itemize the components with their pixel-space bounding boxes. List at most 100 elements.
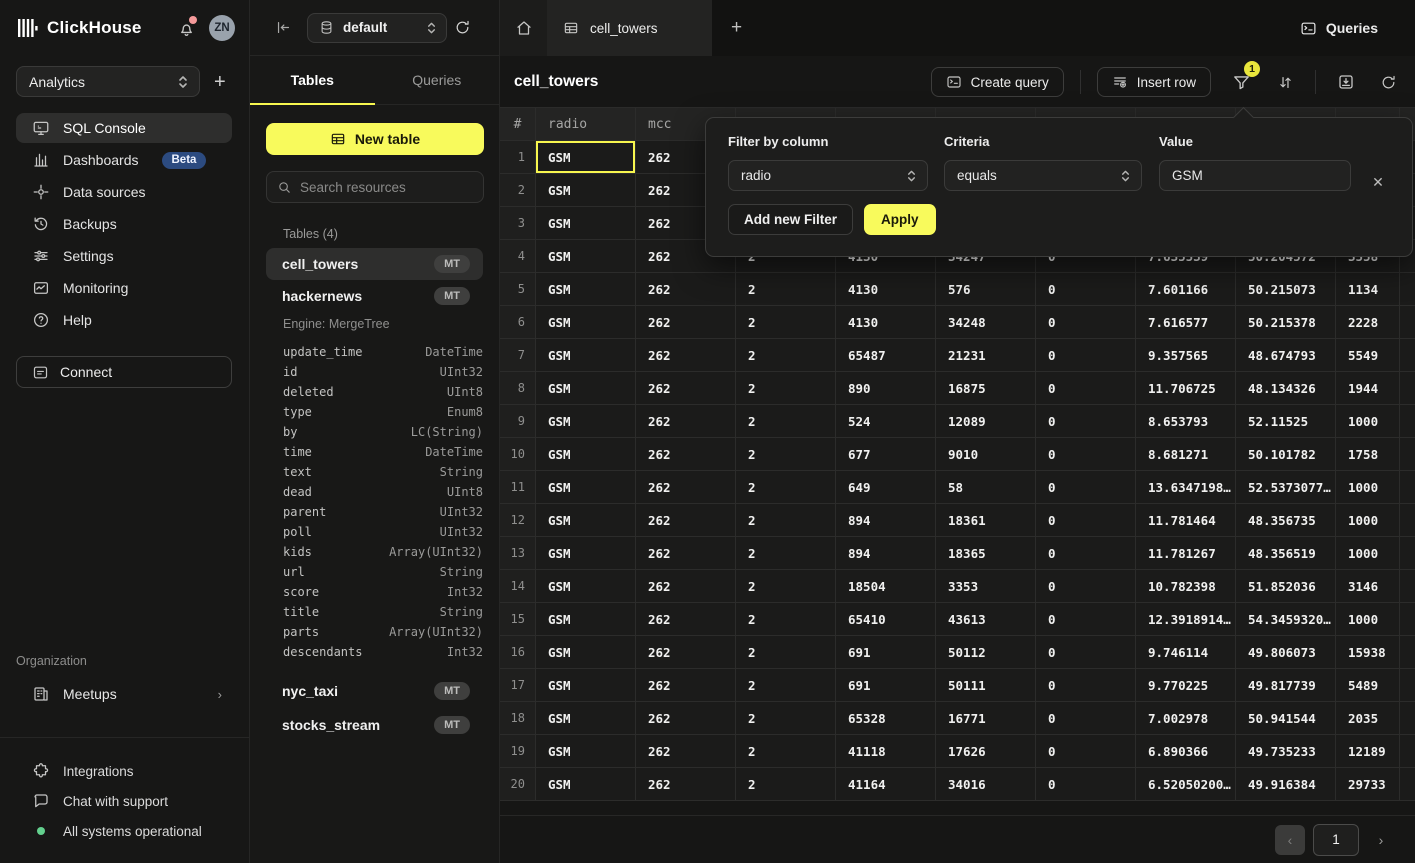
table-cell[interactable]: 50112 (936, 636, 1036, 669)
table-cell[interactable]: 11.781267 (1136, 537, 1236, 570)
table-cell[interactable]: 65328 (836, 702, 936, 735)
queries-link[interactable]: Queries (1300, 0, 1378, 56)
table-cell[interactable]: 41118 (836, 735, 936, 768)
row-number-cell[interactable]: 14 (500, 570, 536, 603)
row-number-cell[interactable]: 12 (500, 504, 536, 537)
filter-column-select[interactable]: radio (728, 160, 928, 191)
table-cell[interactable]: 262 (636, 702, 736, 735)
table-cell[interactable]: GSM (536, 768, 636, 801)
table-cell[interactable]: GSM (536, 141, 636, 174)
table-cell[interactable]: 58 (936, 471, 1036, 504)
table-cell[interactable]: 890 (836, 372, 936, 405)
table-cell[interactable]: 9.357565 (1136, 339, 1236, 372)
table-cell[interactable]: 262 (636, 306, 736, 339)
row-number-cell[interactable]: 19 (500, 735, 536, 768)
search-input[interactable] (300, 180, 477, 195)
table-cell[interactable]: 41164 (836, 768, 936, 801)
table-cell[interactable]: 7.601166 (1136, 273, 1236, 306)
apply-filter-button[interactable]: Apply (864, 204, 936, 235)
row-number-cell[interactable]: 8 (500, 372, 536, 405)
table-cell[interactable]: 262 (636, 504, 736, 537)
table-cell[interactable]: 8.653793 (1136, 405, 1236, 438)
table-cell[interactable]: 0 (1036, 603, 1136, 636)
table-cell[interactable]: 65487 (836, 339, 936, 372)
row-number-cell[interactable]: 1 (500, 141, 536, 174)
table-cell[interactable]: 9.746114 (1136, 636, 1236, 669)
prev-page-button[interactable]: ‹ (1275, 825, 1305, 855)
table-cell[interactable]: GSM (536, 570, 636, 603)
row-number-cell[interactable]: 20 (500, 768, 536, 801)
table-list-item-hackernews[interactable]: hackernews MT (266, 280, 483, 312)
notifications-bell-icon[interactable] (175, 17, 197, 39)
table-cell[interactable]: 1000 (1336, 471, 1400, 504)
table-cell[interactable]: 48.356519 (1236, 537, 1336, 570)
table-cell[interactable]: 0 (1036, 273, 1136, 306)
table-cell[interactable]: 1000 (1336, 537, 1400, 570)
table-cell[interactable]: 691 (836, 669, 936, 702)
sidebar-item-dashboards[interactable]: DashboardsBeta (16, 145, 232, 175)
table-cell[interactable]: 16875 (936, 372, 1036, 405)
table-cell[interactable]: 2 (736, 405, 836, 438)
table-cell[interactable]: 54.3459320… (1236, 603, 1336, 636)
sidebar-item-data-sources[interactable]: Data sources (16, 177, 232, 207)
table-list-item-nyc-taxi[interactable]: nyc_taxi MT (266, 675, 483, 707)
table-cell[interactable]: 2035 (1336, 702, 1400, 735)
table-cell[interactable]: 2 (736, 306, 836, 339)
table-cell[interactable]: 49.735233 (1236, 735, 1336, 768)
table-cell[interactable]: 262 (636, 669, 736, 702)
table-cell[interactable]: 1758 (1336, 438, 1400, 471)
workspace-select[interactable]: Analytics (16, 66, 200, 97)
table-cell[interactable]: 0 (1036, 702, 1136, 735)
table-cell[interactable]: 50.941544 (1236, 702, 1336, 735)
table-cell[interactable]: 262 (636, 405, 736, 438)
avatar[interactable]: ZN (209, 15, 235, 41)
table-cell[interactable]: 48.356735 (1236, 504, 1336, 537)
table-cell[interactable]: 11.781464 (1136, 504, 1236, 537)
row-number-cell[interactable]: 5 (500, 273, 536, 306)
sidebar-item-backups[interactable]: Backups (16, 209, 232, 239)
row-number-cell[interactable]: 18 (500, 702, 536, 735)
home-tab[interactable] (500, 0, 547, 56)
row-number-cell[interactable]: 2 (500, 174, 536, 207)
table-cell[interactable]: 0 (1036, 735, 1136, 768)
table-cell[interactable]: 18361 (936, 504, 1036, 537)
table-cell[interactable]: GSM (536, 174, 636, 207)
table-cell[interactable]: GSM (536, 603, 636, 636)
new-table-button[interactable]: New table (266, 123, 484, 155)
table-cell[interactable]: 12.3918914… (1136, 603, 1236, 636)
row-number-cell[interactable]: 17 (500, 669, 536, 702)
table-cell[interactable]: 18365 (936, 537, 1036, 570)
table-cell[interactable]: GSM (536, 669, 636, 702)
table-cell[interactable]: 0 (1036, 438, 1136, 471)
table-cell[interactable]: 17626 (936, 735, 1036, 768)
table-cell[interactable]: 2 (736, 273, 836, 306)
table-cell[interactable]: 2 (736, 504, 836, 537)
table-cell[interactable]: 10.782398 (1136, 570, 1236, 603)
insert-row-button[interactable]: Insert row (1097, 67, 1211, 97)
download-button[interactable] (1332, 68, 1360, 96)
tab-queries[interactable]: Queries (375, 56, 500, 104)
table-cell[interactable]: 7.002978 (1136, 702, 1236, 735)
table-cell[interactable]: GSM (536, 207, 636, 240)
table-cell[interactable]: GSM (536, 339, 636, 372)
new-tab-button[interactable]: + (712, 0, 761, 56)
table-cell[interactable]: 2 (736, 339, 836, 372)
table-cell[interactable]: 0 (1036, 669, 1136, 702)
table-cell[interactable]: 2 (736, 636, 836, 669)
add-filter-button[interactable]: Add new Filter (728, 204, 853, 235)
table-cell[interactable]: 18504 (836, 570, 936, 603)
table-cell[interactable]: 0 (1036, 768, 1136, 801)
table-cell[interactable]: 1944 (1336, 372, 1400, 405)
table-cell[interactable]: 262 (636, 438, 736, 471)
footer-item-chat-with-support[interactable]: Chat with support (0, 786, 249, 816)
filter-button[interactable]: 1 (1227, 68, 1255, 96)
tab-tables[interactable]: Tables (250, 56, 375, 104)
table-cell[interactable]: 0 (1036, 636, 1136, 669)
table-cell[interactable]: GSM (536, 537, 636, 570)
table-cell[interactable]: 1134 (1336, 273, 1400, 306)
table-cell[interactable]: 2 (736, 702, 836, 735)
table-cell[interactable]: 52.11525 (1236, 405, 1336, 438)
table-cell[interactable]: GSM (536, 273, 636, 306)
table-cell[interactable]: 50.215378 (1236, 306, 1336, 339)
table-cell[interactable]: 894 (836, 537, 936, 570)
